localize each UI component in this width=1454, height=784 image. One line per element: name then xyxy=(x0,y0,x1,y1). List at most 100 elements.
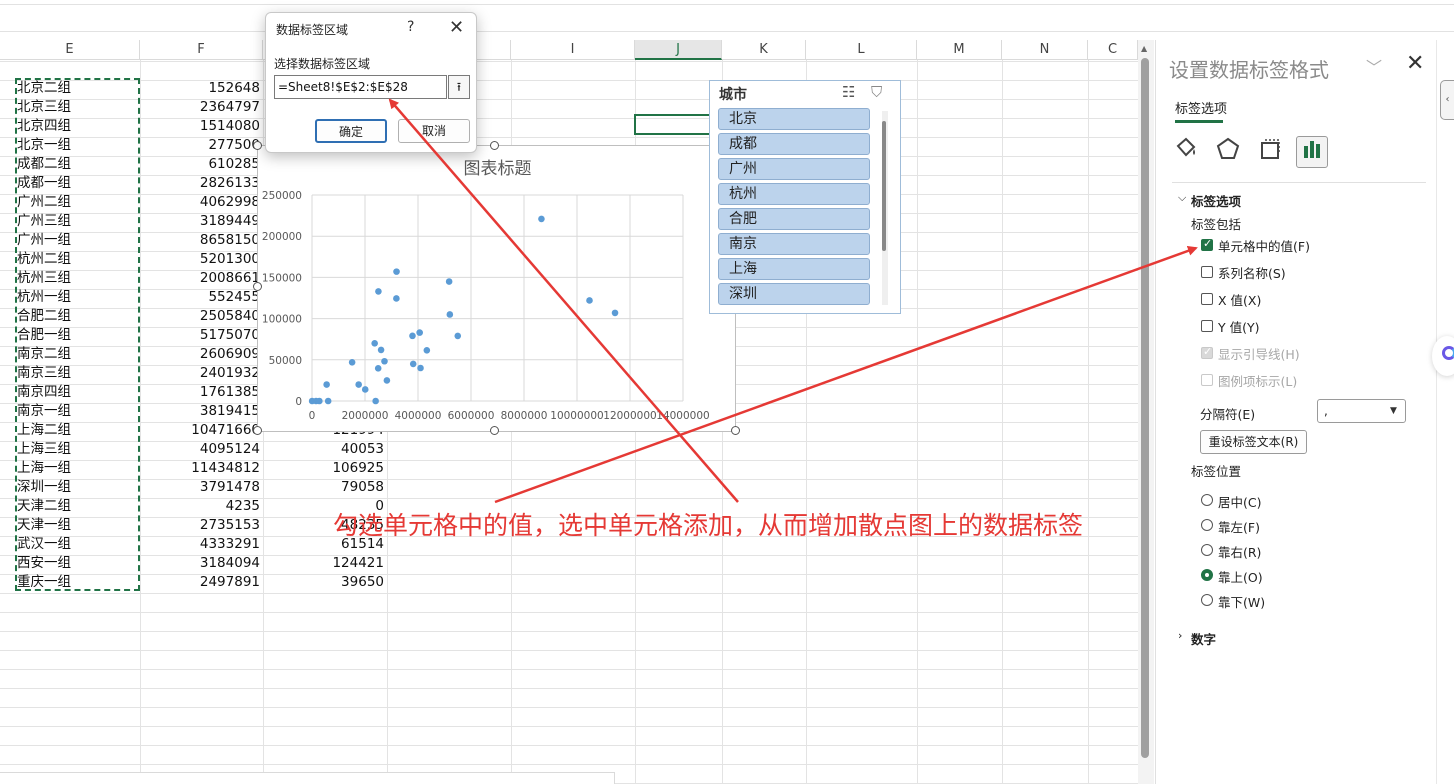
cell-value-f[interactable]: 4062998 xyxy=(140,193,262,212)
fill-line-icon[interactable] xyxy=(1170,136,1202,168)
cell-value-f[interactable]: 3819415 xyxy=(140,402,262,421)
multi-select-icon[interactable]: ☷ xyxy=(842,83,855,101)
scatter-chart[interactable]: 图表标题 0 2000000 4000000 6000000 8000000 100000… xyxy=(253,141,740,435)
column-header-e[interactable]: E xyxy=(0,40,140,60)
cell-value-f[interactable]: 610285 xyxy=(140,155,262,174)
cell-value-g[interactable]: 39650 xyxy=(263,573,387,592)
position-label[interactable]: 靠下(W) xyxy=(1218,592,1265,611)
column-header-o[interactable]: C xyxy=(1088,40,1138,60)
cell-value-f[interactable]: 4095124 xyxy=(140,440,262,459)
chevron-down-icon[interactable]: ﹀ xyxy=(1366,54,1382,78)
size-properties-icon[interactable] xyxy=(1254,136,1286,168)
resize-handle[interactable] xyxy=(253,141,262,150)
vertical-scrollbar[interactable]: ▲ xyxy=(1138,40,1154,784)
cell-value-g[interactable]: 40053 xyxy=(263,440,387,459)
resize-handle[interactable] xyxy=(253,282,262,291)
assistant-bubble[interactable] xyxy=(1432,336,1454,376)
slicer-scroll-thumb[interactable] xyxy=(882,121,886,251)
scroll-up-icon[interactable]: ▲ xyxy=(1141,44,1147,53)
position-label[interactable]: 居中(C) xyxy=(1218,492,1261,511)
cell-value-f[interactable]: 2364797 xyxy=(140,98,262,117)
column-header-f[interactable]: F xyxy=(140,40,263,60)
option-label[interactable]: X 值(X) xyxy=(1218,290,1261,309)
column-header-l[interactable]: L xyxy=(806,40,917,60)
cell-value-f[interactable]: 2826133 xyxy=(140,174,262,193)
resize-handle[interactable] xyxy=(490,426,499,435)
position-label[interactable]: 靠右(R) xyxy=(1218,542,1261,561)
slicer-item[interactable]: 合肥 xyxy=(718,208,870,230)
side-panel-tab[interactable]: ‹ xyxy=(1440,80,1454,120)
cell-value-f[interactable]: 3791478 xyxy=(140,478,262,497)
slicer-item[interactable]: 上海 xyxy=(718,258,870,280)
cancel-button[interactable]: 取消 xyxy=(398,119,470,143)
cell-value-f[interactable]: 11434812 xyxy=(140,459,262,478)
resize-handle[interactable] xyxy=(253,426,262,435)
option-label[interactable]: Y 值(Y) xyxy=(1218,317,1260,336)
range-input[interactable] xyxy=(274,75,447,99)
chevron-right-icon[interactable]: › xyxy=(1178,629,1182,642)
cell-value-f[interactable]: 277500 xyxy=(140,136,262,155)
section-number[interactable]: 数字 xyxy=(1191,629,1216,648)
slicer-item[interactable]: 成都 xyxy=(718,133,870,155)
help-icon[interactable]: ? xyxy=(407,19,414,35)
cell-value-f[interactable]: 3189449 xyxy=(140,212,262,231)
chevron-down-icon[interactable]: ⌵ xyxy=(1178,191,1186,205)
cell-value-f[interactable]: 2401932 xyxy=(140,364,262,383)
slicer-scrollbar[interactable] xyxy=(882,111,888,305)
city-slicer[interactable]: 城市 ☷ ⛉ 北京 成都 广州 杭州 合肥 南京 上海 深圳 xyxy=(709,80,901,314)
cell-value-f[interactable]: 8658150 xyxy=(140,231,262,250)
cell-value-g[interactable]: 106925 xyxy=(263,459,387,478)
cell-value-f[interactable]: 152648 xyxy=(140,79,262,98)
option-label[interactable]: 单元格中的值(F) xyxy=(1218,236,1310,255)
slicer-item[interactable]: 南京 xyxy=(718,233,870,255)
position-radio[interactable] xyxy=(1201,544,1213,556)
cell-value-f[interactable]: 2735153 xyxy=(140,516,262,535)
cell-value-g[interactable]: 79058 xyxy=(263,478,387,497)
cell-value-g[interactable]: 124421 xyxy=(263,554,387,573)
ok-button[interactable]: 确定 xyxy=(315,119,387,143)
bar-chart-icon[interactable] xyxy=(1296,136,1328,168)
cell-value-f[interactable]: 1514080 xyxy=(140,117,262,136)
tab-label-options[interactable]: 标签选项 xyxy=(1175,98,1227,117)
position-radio[interactable] xyxy=(1201,519,1213,531)
clear-filter-icon[interactable]: ⛉ xyxy=(871,83,882,101)
cell-value-f[interactable]: 4333291 xyxy=(140,535,262,554)
position-radio[interactable] xyxy=(1201,594,1213,606)
cell-value-f[interactable]: 552455 xyxy=(140,288,262,307)
column-header-n[interactable]: N xyxy=(1002,40,1088,60)
slicer-item[interactable]: 广州 xyxy=(718,158,870,180)
effects-pentagon-icon[interactable] xyxy=(1212,136,1244,168)
column-header-k[interactable]: K xyxy=(722,40,806,60)
cell-value-f[interactable]: 2497891 xyxy=(140,573,262,592)
position-label[interactable]: 靠左(F) xyxy=(1218,517,1260,536)
cell-value-f[interactable]: 1761385 xyxy=(140,383,262,402)
cell-value-f[interactable]: 10471660 xyxy=(140,421,262,440)
option-label[interactable]: 系列名称(S) xyxy=(1218,263,1286,282)
vertical-scroll-thumb[interactable] xyxy=(1141,58,1149,758)
collapse-dialog-button[interactable]: ⭱ xyxy=(448,75,470,99)
close-icon[interactable]: ✕ xyxy=(449,17,464,38)
position-radio[interactable] xyxy=(1201,494,1213,506)
cell-value-f[interactable]: 5175070 xyxy=(140,326,262,345)
column-header-m[interactable]: M xyxy=(917,40,1002,60)
cell-value-f[interactable]: 2008661 xyxy=(140,269,262,288)
option-checkbox[interactable] xyxy=(1201,266,1213,278)
close-icon[interactable]: ✕ xyxy=(1406,51,1424,76)
cell-value-f[interactable]: 3184094 xyxy=(140,554,262,573)
slicer-item[interactable]: 北京 xyxy=(718,108,870,130)
option-checkbox[interactable] xyxy=(1201,293,1213,305)
position-label[interactable]: 靠上(O) xyxy=(1218,567,1263,586)
cell-value-f[interactable]: 4235 xyxy=(140,497,262,516)
position-radio[interactable] xyxy=(1201,569,1213,581)
cell-value-f[interactable]: 2606909 xyxy=(140,345,262,364)
column-header-j[interactable]: J xyxy=(635,40,722,60)
slicer-item[interactable]: 深圳 xyxy=(718,283,870,305)
section-label-options[interactable]: 标签选项 xyxy=(1191,191,1241,210)
resize-handle[interactable] xyxy=(490,141,499,150)
separator-select[interactable]: , ▼ xyxy=(1317,399,1406,423)
formula-bar[interactable] xyxy=(0,4,1454,32)
cell-value-f[interactable]: 5201300 xyxy=(140,250,262,269)
slicer-item[interactable]: 杭州 xyxy=(718,183,870,205)
option-checkbox[interactable] xyxy=(1201,237,1213,251)
resize-handle[interactable] xyxy=(731,426,740,435)
